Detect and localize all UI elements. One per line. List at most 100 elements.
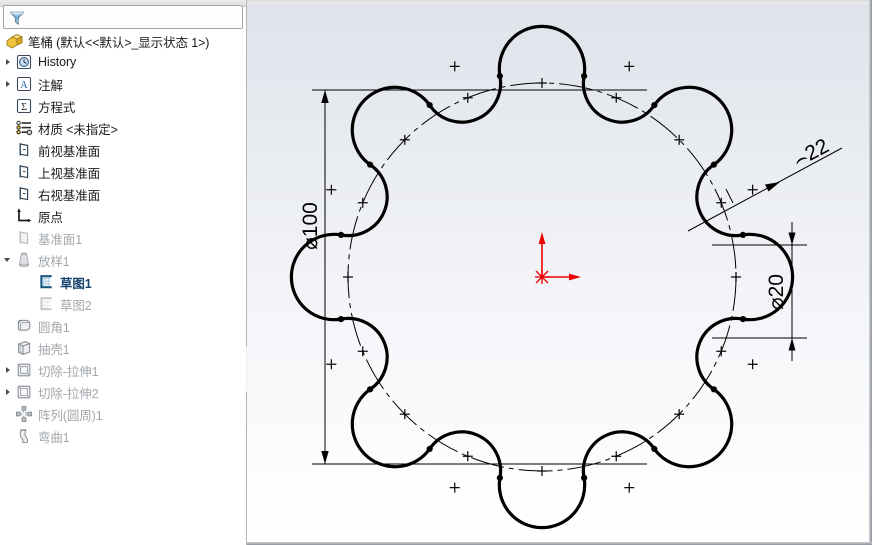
- sketch-point[interactable]: [739, 231, 747, 238]
- tree-item-1[interactable]: History: [0, 51, 246, 73]
- material-icon: [15, 119, 34, 138]
- svg-text:Σ: Σ: [21, 102, 27, 113]
- feature-manager-panel: 笔桶 (默认<<默认>_显示状态 1>) History A 注解 Σ 方程式材质 <未…: [0, 0, 247, 545]
- chevron-closed-icon[interactable]: [2, 381, 15, 403]
- center-mark: [624, 482, 635, 493]
- center-mark: [449, 482, 460, 493]
- tree-item-label: 草图2: [60, 298, 92, 313]
- sketch-point[interactable]: [337, 316, 345, 323]
- tree-item-11[interactable]: 草图1: [0, 271, 246, 293]
- center-mark: [716, 346, 727, 357]
- flex-bend-icon: [15, 427, 34, 446]
- tree-twisty-spacer: [2, 403, 15, 425]
- sketch-point[interactable]: [367, 386, 374, 393]
- tree-item-18[interactable]: 弯曲1: [0, 425, 246, 447]
- center-mark: [624, 61, 635, 72]
- chevron-closed-icon[interactable]: [2, 51, 15, 73]
- plane-icon: [15, 185, 34, 204]
- plane-icon: [15, 141, 34, 160]
- sketch-point[interactable]: [426, 445, 433, 452]
- tree-item-14[interactable]: 抽壳1: [0, 337, 246, 359]
- tree-item-label: 抽壳1: [38, 342, 70, 357]
- center-mark: [537, 78, 547, 88]
- sketch-canvas[interactable]: ⌀100 ⌢22 ⌀20: [247, 0, 872, 545]
- tree-twisty-spacer: [2, 425, 15, 447]
- part-document-icon: [5, 32, 24, 51]
- sketch-point[interactable]: [581, 474, 588, 482]
- tree-item-2[interactable]: A 注解: [0, 73, 246, 95]
- tree-twisty-spacer: [2, 205, 15, 227]
- chevron-open-icon[interactable]: [2, 249, 15, 271]
- tree-item-3[interactable]: Σ 方程式: [0, 95, 246, 117]
- tree-item-4[interactable]: 材质 <未指定>: [0, 117, 246, 139]
- tree-filter-input[interactable]: [3, 5, 243, 29]
- tree-twisty-spacer: [2, 161, 15, 183]
- document-title: 笔桶 (默认<<默认>_显示状态 1>): [28, 35, 210, 50]
- tree-item-label: 草图1: [60, 276, 92, 291]
- tree-item-16[interactable]: 切除-拉伸2: [0, 381, 246, 403]
- graphics-viewport[interactable]: ⌀100 ⌢22 ⌀20: [247, 0, 872, 545]
- center-mark: [462, 92, 473, 103]
- sketch-point[interactable]: [651, 445, 658, 452]
- tree-item-8[interactable]: 原点: [0, 205, 246, 227]
- tree-item-label: 注解: [38, 78, 63, 93]
- tree-twisty-spacer: [24, 271, 37, 293]
- tree-item-10[interactable]: 放样1: [0, 249, 246, 271]
- chevron-closed-icon[interactable]: [2, 359, 15, 381]
- tree-item-label: 弯曲1: [38, 430, 70, 445]
- dimension-dia-100[interactable]: [312, 89, 647, 465]
- tree-item-label: 切除-拉伸2: [38, 386, 99, 401]
- sketch-icon: [37, 273, 56, 292]
- origin-triad[interactable]: [535, 232, 581, 284]
- tree-item-17[interactable]: 阵列(圆周)1: [0, 403, 246, 425]
- extruded-cut-icon: [15, 383, 34, 402]
- loft-icon: [15, 251, 34, 270]
- tree-item-label: 阵列(圆周)1: [38, 408, 103, 423]
- tree-item-9[interactable]: 基准面1: [0, 227, 246, 249]
- feature-tree-rows[interactable]: History A 注解 Σ 方程式材质 <未指定> 前视基准面 上视基准面右视基准面原点基…: [0, 51, 246, 447]
- center-mark: [611, 92, 622, 103]
- tree-item-label: 右视基准面: [38, 188, 101, 203]
- annotations-a-icon: A: [15, 75, 34, 94]
- sketch-point[interactable]: [710, 386, 717, 393]
- plane-icon: [15, 163, 34, 182]
- chevron-closed-icon[interactable]: [2, 73, 15, 95]
- tree-item-label: 基准面1: [38, 232, 83, 247]
- center-mark: [462, 451, 473, 462]
- sketch-point[interactable]: [496, 474, 503, 482]
- tree-item-13[interactable]: 圆角1: [0, 315, 246, 337]
- sketch-point[interactable]: [426, 102, 433, 109]
- sketch-point[interactable]: [337, 231, 345, 238]
- tree-item-12[interactable]: 草图2: [0, 293, 246, 315]
- sketch-point[interactable]: [581, 72, 588, 80]
- tree-item-6[interactable]: 上视基准面: [0, 161, 246, 183]
- feature-tree[interactable]: 笔桶 (默认<<默认>_显示状态 1>) History A 注解 Σ 方程式材质 <未…: [0, 31, 246, 521]
- center-mark: [537, 466, 547, 476]
- center-mark: [326, 359, 337, 370]
- document-root-row[interactable]: 笔桶 (默认<<默认>_显示状态 1>): [0, 31, 246, 51]
- dimension-dia-22-label[interactable]: ⌢22: [789, 134, 833, 172]
- sketch-gray-icon: [37, 295, 56, 314]
- sketch-point[interactable]: [651, 102, 658, 109]
- tree-twisty-spacer: [2, 183, 15, 205]
- dimension-dia-20-label[interactable]: ⌀20: [765, 274, 788, 310]
- sketch-point[interactable]: [739, 316, 747, 323]
- tree-item-5[interactable]: 前视基准面: [0, 139, 246, 161]
- sketch-point[interactable]: [710, 161, 717, 168]
- tree-twisty-spacer: [2, 315, 15, 337]
- plane-gray-icon: [15, 229, 34, 248]
- center-mark: [449, 61, 460, 72]
- extruded-cut-icon: [15, 361, 34, 380]
- sketch-point[interactable]: [496, 72, 503, 80]
- tree-item-label: 材质 <未指定>: [38, 122, 118, 137]
- sketch-point[interactable]: [367, 161, 374, 168]
- tree-twisty-spacer: [24, 293, 37, 315]
- equations-sigma-icon: Σ: [15, 97, 34, 116]
- dimension-dia-100-label[interactable]: ⌀100: [299, 202, 322, 250]
- tree-item-label: 切除-拉伸1: [38, 364, 99, 379]
- tree-twisty-spacer: [2, 227, 15, 249]
- center-mark: [716, 197, 727, 208]
- tree-item-7[interactable]: 右视基准面: [0, 183, 246, 205]
- tree-item-15[interactable]: 切除-拉伸1: [0, 359, 246, 381]
- dimension-dia-20[interactable]: [712, 222, 807, 361]
